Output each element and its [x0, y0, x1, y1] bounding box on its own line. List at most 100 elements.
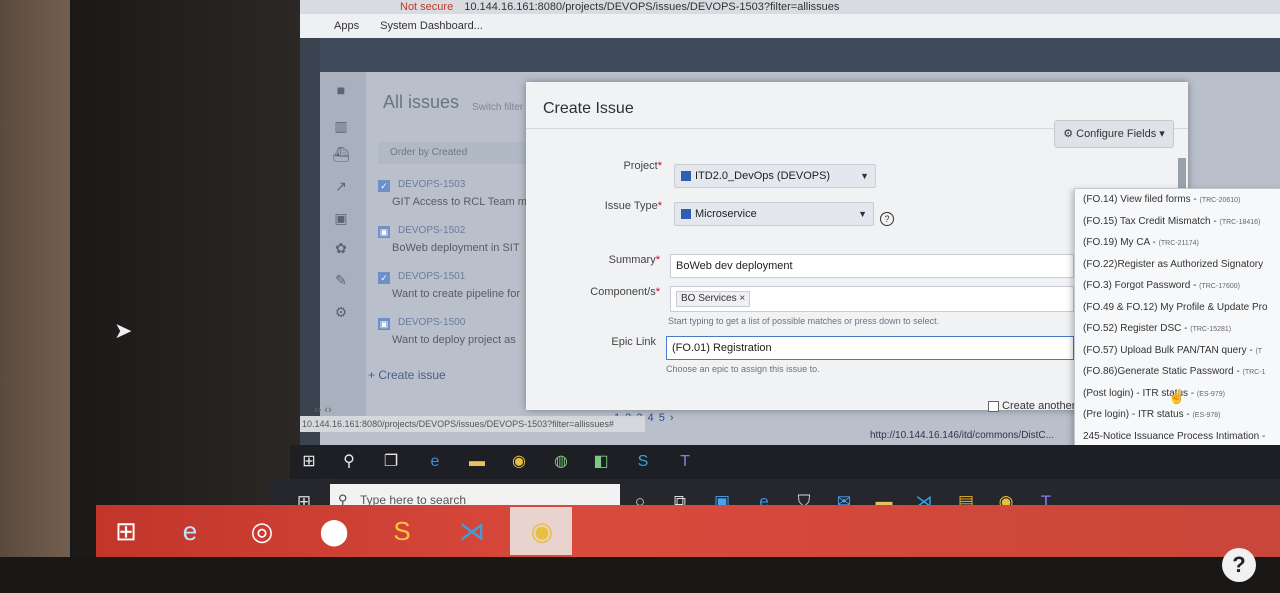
issue-type-icon: ✓: [378, 180, 390, 192]
issue-title: GIT Access to RCL Team m: [392, 196, 527, 208]
epic-option[interactable]: (FO.14) View filed forms - (TRC-20610): [1075, 189, 1280, 211]
shortcuts-icon[interactable]: ✎: [332, 272, 350, 288]
epic-link-input[interactable]: (FO.01) Registration: [666, 336, 1074, 360]
summary-input[interactable]: BoWeb dev deployment: [670, 254, 1074, 278]
monitor-bottom-bezel: [0, 557, 1280, 593]
project-value: ITD2.0_DevOps (DEVOPS): [695, 170, 831, 182]
address-bar[interactable]: Not secure 10.144.16.161:8080/projects/D…: [300, 0, 1280, 14]
epic-option[interactable]: (FO.3) Forgot Password - (TRC-17600): [1075, 275, 1280, 297]
issue-type-label: Issue Type*: [604, 200, 662, 212]
internet-explorer-icon[interactable]: e: [170, 511, 210, 551]
browser-screen: Not secure 10.144.16.161:8080/projects/D…: [300, 0, 1280, 470]
project-avatar-icon[interactable]: ■: [332, 82, 350, 98]
file-explorer-icon[interactable]: ▬: [466, 451, 488, 473]
chevron-down-icon: ▼: [860, 171, 869, 181]
project-select[interactable]: ITD2.0_DevOps (DEVOPS) ▼: [674, 164, 876, 188]
epic-option[interactable]: (FO.19) My CA - (TRC-21174): [1075, 232, 1280, 254]
list-item[interactable]: ▣ DEVOPS-1502 BoWeb deployment in SIT: [370, 222, 540, 268]
issue-type-value: Microservice: [695, 208, 757, 220]
chevron-down-icon: ▼: [858, 209, 867, 219]
issue-title: Want to create pipeline for: [392, 288, 520, 300]
epic-link-value: (FO.01) Registration: [672, 342, 772, 354]
task-view-icon[interactable]: ❐: [380, 451, 402, 473]
project-icon: [681, 171, 691, 182]
epic-option[interactable]: (FO.57) Upload Bulk PAN/TAN query - (T: [1075, 340, 1280, 362]
chrome-icon[interactable]: ◉: [522, 511, 562, 551]
list-item[interactable]: ✓ DEVOPS-1503 GIT Access to RCL Team m: [370, 176, 540, 222]
sublime-icon[interactable]: S: [382, 511, 422, 551]
issue-key: DEVOPS-1503: [398, 179, 466, 190]
issue-key: DEVOPS-1502: [398, 225, 466, 236]
hand-cursor-icon: ☝: [1168, 388, 1186, 404]
create-another-checkbox[interactable]: Create another: [988, 400, 1075, 412]
component-chip[interactable]: BO Services ×: [676, 291, 751, 307]
dialog-title: Create Issue: [543, 100, 634, 117]
checkbox-box: [988, 400, 999, 412]
summary-label: Summary*: [608, 254, 660, 266]
issue-type-icon: ▣: [378, 226, 390, 238]
epic-link-hint: Choose an epic to assign this issue to.: [666, 364, 820, 374]
epic-option[interactable]: (FO.15) Tax Credit Mismatch - (TRC-18416…: [1075, 211, 1280, 233]
issue-key: DEVOPS-1500: [398, 317, 466, 328]
epic-option[interactable]: (FO.22)Register as Authorized Signatory: [1075, 254, 1280, 276]
issue-type-select[interactable]: Microservice ▼: [674, 202, 874, 226]
bookmark-system-dashboard[interactable]: System Dashboard...: [380, 20, 483, 32]
teams-icon[interactable]: T: [674, 451, 696, 473]
store-icon[interactable]: ◧: [590, 451, 612, 473]
windows-start-icon[interactable]: ⊞: [106, 511, 146, 551]
issues-icon[interactable]: ▣: [332, 210, 350, 226]
issue-type-icon: ▣: [378, 318, 390, 330]
bookmarks-bar: Apps System Dashboard...: [300, 14, 1280, 38]
create-issue-link[interactable]: + Create issue: [368, 368, 446, 382]
epic-option[interactable]: 245-Notice Issuance Process Intimation -: [1075, 426, 1280, 448]
sidebar-collapse-icon[interactable]: ›› ‹›: [314, 404, 332, 416]
status-bar-url: 10.144.16.161:8080/projects/DEVOPS/issue…: [300, 416, 645, 432]
vscode-icon[interactable]: ⋊: [452, 511, 492, 551]
list-item[interactable]: ✓ DEVOPS-1501 Want to create pipeline fo…: [370, 268, 540, 314]
microservice-icon: [681, 209, 691, 220]
epic-link-label: Epic Link: [611, 336, 656, 348]
skype-icon[interactable]: S: [632, 451, 654, 473]
jira-header: [320, 38, 1280, 72]
webcam-icon[interactable]: ◎: [242, 511, 282, 551]
page-title: All issues: [383, 92, 460, 112]
issue-type-icon: ✓: [378, 272, 390, 284]
not-secure-warning: Not secure: [400, 1, 454, 13]
epic-option[interactable]: (FO.86)Generate Static Password - (TRC-1: [1075, 361, 1280, 383]
switch-filter-link[interactable]: Switch filter: [472, 102, 523, 113]
configure-fields-label: Configure Fields: [1076, 128, 1157, 140]
components-icon[interactable]: ✿: [332, 240, 350, 256]
help-icon[interactable]: ?: [1222, 548, 1256, 582]
releases-icon[interactable]: ⛴: [332, 146, 350, 162]
components-input[interactable]: BO Services ×: [670, 286, 1074, 312]
bookmark-apps[interactable]: Apps: [334, 20, 359, 32]
project-sidebar: ■ ▥ ⛴ ↗ ▣ ✿ ✎ ⚙: [320, 72, 366, 432]
hp-icon[interactable]: ⬤: [314, 511, 354, 551]
mouse-pointer-icon: ➤: [114, 318, 133, 343]
order-by-dropdown[interactable]: Order by Created: [378, 142, 538, 164]
issue-title: BoWeb deployment in SIT: [392, 242, 520, 254]
components-hint: Start typing to get a list of possible m…: [668, 316, 940, 326]
help-icon[interactable]: ?: [880, 212, 894, 226]
epic-option[interactable]: (FO.49 & FO.12) My Profile & Update Pro: [1075, 297, 1280, 319]
chrome-icon[interactable]: ◉: [508, 451, 530, 473]
epic-option[interactable]: (FO.52) Register DSC - (TRC-15281): [1075, 318, 1280, 340]
edge-icon[interactable]: e: [424, 451, 446, 473]
url-text: 10.144.16.161:8080/projects/DEVOPS/issue…: [464, 1, 840, 13]
project-label: Project*: [623, 160, 662, 172]
settings-icon[interactable]: ⚙: [332, 304, 350, 320]
epic-option[interactable]: (Pre login) - ITR status - (ES-978): [1075, 404, 1280, 426]
windows-start-icon[interactable]: ⊞: [298, 451, 320, 473]
components-label: Component/s*: [590, 286, 660, 298]
issue-key: DEVOPS-1501: [398, 271, 466, 282]
reports-icon[interactable]: ↗: [332, 178, 350, 194]
dialog-scrollbar[interactable]: [1178, 158, 1186, 188]
outer-taskbar: ⊞ e ◎ ⬤ S ⋊ ◉: [96, 505, 1280, 557]
status-url-right: http://10.144.16.146/itd/commons/DistC..…: [870, 430, 1054, 441]
app-icon[interactable]: ◍: [550, 451, 572, 473]
search-icon[interactable]: ⚲: [338, 451, 360, 473]
board-icon[interactable]: ▥: [332, 118, 350, 134]
list-item[interactable]: ▣ DEVOPS-1500 Want to deploy project as: [370, 314, 540, 360]
configure-fields-button[interactable]: ⚙ Configure Fields ▾: [1054, 120, 1174, 148]
epic-link-dropdown: (FO.14) View filed forms - (TRC-20610) (…: [1074, 188, 1280, 452]
